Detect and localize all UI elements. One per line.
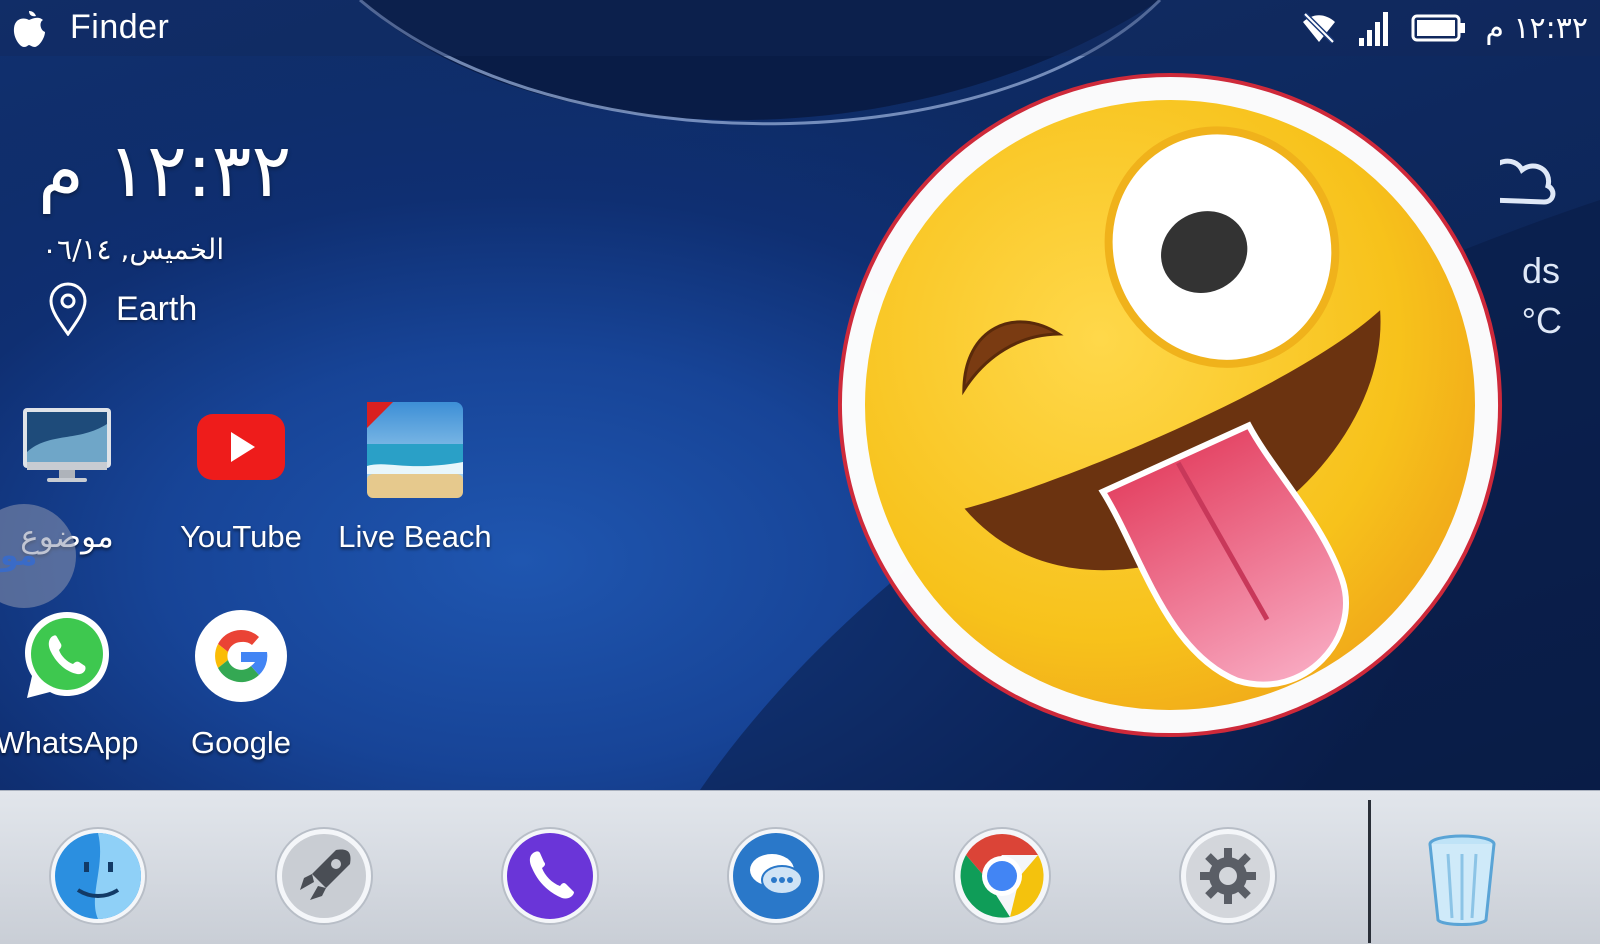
app-youtube[interactable]: YouTube xyxy=(156,402,326,555)
phone-icon[interactable] xyxy=(500,826,600,926)
whatsapp-icon xyxy=(25,612,109,698)
apple-logo-icon[interactable] xyxy=(10,8,48,48)
messages-icon[interactable] xyxy=(726,826,826,926)
location-row: Earth xyxy=(48,282,197,336)
rocket-icon[interactable] xyxy=(274,826,374,926)
gear-icon[interactable] xyxy=(1178,826,1278,926)
app-label: Live Beach xyxy=(338,519,492,554)
trash-icon[interactable] xyxy=(1412,830,1512,930)
winking-tongue-emoji xyxy=(838,72,1502,737)
battery-icon xyxy=(1411,14,1466,42)
weather-temp: °C xyxy=(1521,300,1562,341)
location-pin-icon xyxy=(49,282,87,336)
app-label: Google xyxy=(191,725,291,760)
finder-menu-label[interactable]: Finder xyxy=(70,8,169,47)
dock-divider xyxy=(1368,800,1371,943)
youtube-icon xyxy=(197,414,285,480)
clock-date: الخميس, ٠٦/١٤ xyxy=(42,233,225,266)
app-whatsapp[interactable]: WhatsApp xyxy=(0,608,152,761)
clock-time[interactable]: ١٢:٣٢ م xyxy=(38,128,291,214)
imac-icon xyxy=(23,408,111,482)
google-icon xyxy=(195,610,287,702)
app-google[interactable]: Google xyxy=(156,608,326,761)
chrome-icon[interactable] xyxy=(952,826,1052,926)
app-label: YouTube xyxy=(180,519,302,554)
weather-text: ds xyxy=(1521,250,1560,291)
app-label: WhatsApp xyxy=(0,725,139,760)
app-live-beach[interactable]: Live Beach xyxy=(330,402,500,555)
location-label: Earth xyxy=(116,289,198,328)
finder-icon[interactable] xyxy=(48,826,148,926)
live-beach-icon xyxy=(367,402,463,498)
